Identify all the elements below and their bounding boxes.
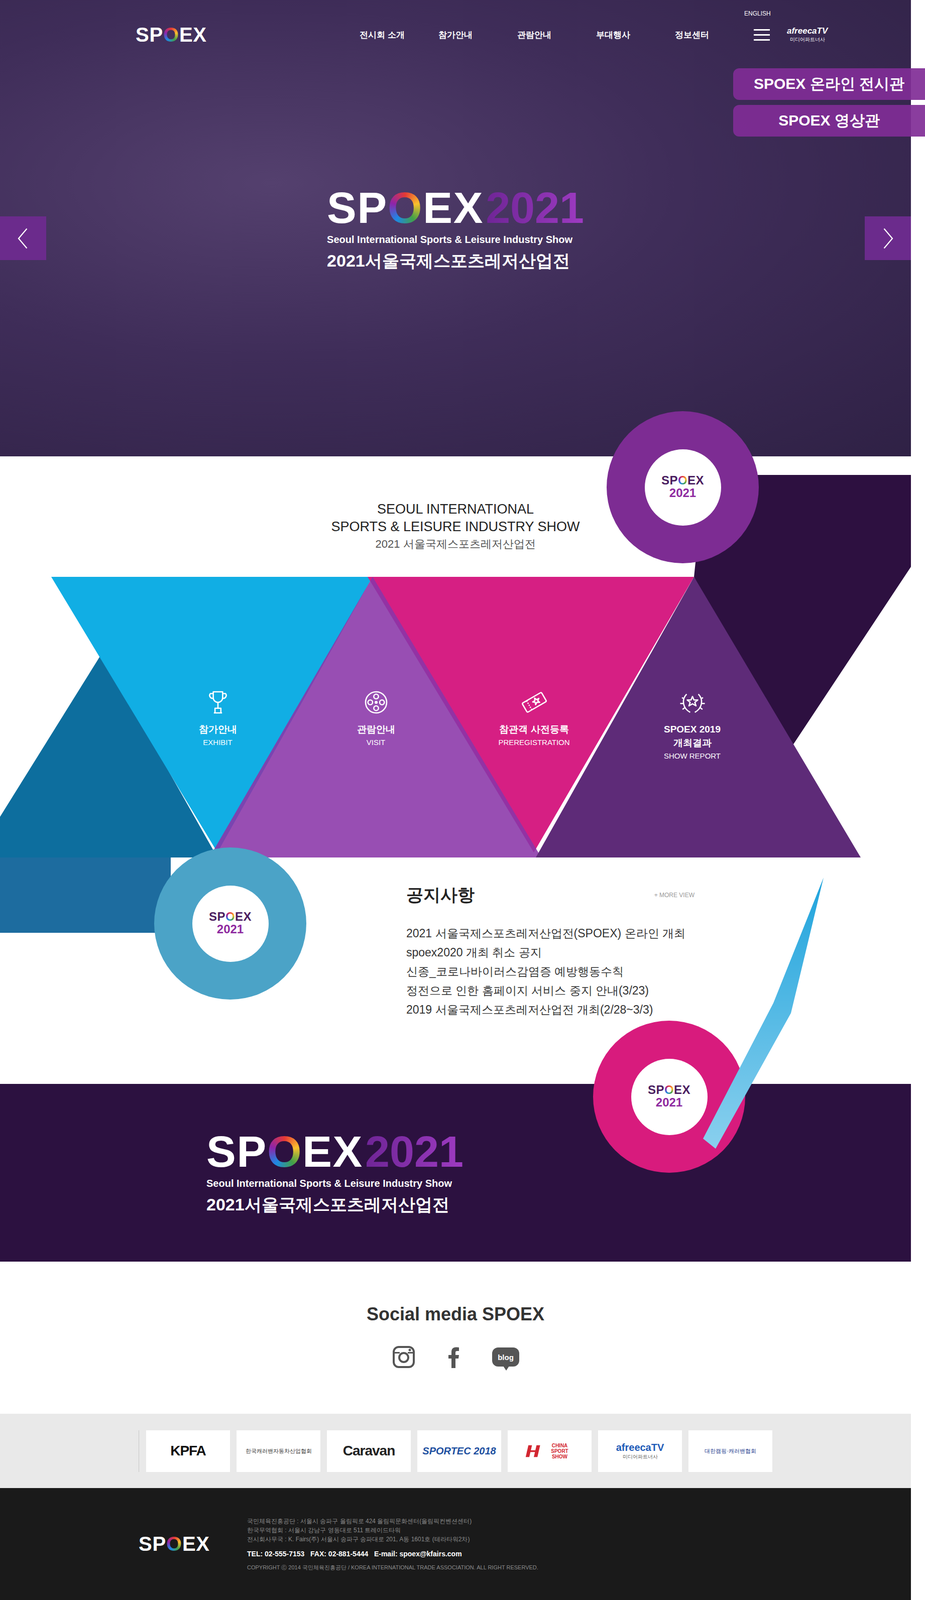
showcase: SEOUL INTERNATIONALSPORTS & LEISURE INDU… <box>0 456 911 858</box>
sail-icon <box>698 877 829 1160</box>
badge: SPOEX 2021 <box>192 885 269 963</box>
contact: TEL: 02-555-7153 FAX: 02-881-5444 E-mail… <box>247 1550 539 1559</box>
facebook-icon[interactable] <box>441 1345 467 1370</box>
title: 2021서울국제스포츠레저산업전 <box>326 249 570 273</box>
footer-logo: SPOEX <box>138 1533 248 1556</box>
instagram-icon[interactable] <box>391 1345 416 1370</box>
menu-icon[interactable] <box>753 29 770 41</box>
skater-photo: SPOEX 2021 <box>606 411 759 564</box>
spoex-logo: SPOEX <box>208 909 252 924</box>
title: 2021서울국제스포츠레저산업전 <box>206 1193 450 1217</box>
badge: SPOEX 2021 <box>631 1059 708 1136</box>
partner-logo[interactable]: 대한캠핑·캐러밴협회 <box>688 1430 773 1473</box>
notice-list: 2021 서울국제스포츠레저산업전(SPOEX) 온라인 개최spoex2020… <box>406 923 695 1020</box>
trophy-icon <box>203 688 233 717</box>
feature-link[interactable]: 관람안내 VISIT <box>296 688 455 747</box>
partner-logo[interactable]: SPORTEC 2018 <box>417 1430 502 1473</box>
notice-item[interactable]: 정전으로 인한 홈페이지 서비스 중지 안내(3/23) <box>406 981 695 1001</box>
prev-arrow-icon[interactable] <box>0 216 47 261</box>
notice-item[interactable]: 신종_코로나바이러스감염증 예방행동수칙 <box>406 962 695 982</box>
year: 2021 <box>485 185 585 230</box>
menu-item[interactable]: 관람안내 <box>517 29 597 41</box>
social-title: Social media SPOEX <box>366 1304 545 1326</box>
copyright: COPYRIGHT ⓒ 2014 국민체육진흥공단 / KOREA INTERN… <box>247 1564 539 1572</box>
reel-icon <box>362 688 391 717</box>
partner-logo[interactable]: 한국캐러밴자동차산업협회 <box>236 1430 321 1473</box>
home-logo[interactable]: SPOEX <box>135 23 211 47</box>
quick-links: SPOEX 온라인 전시관 SPOEX 영상관 <box>733 68 925 137</box>
notice-item[interactable]: 2019 서울국제스포츠레저산업전 개최(2/28~3/3) <box>406 1000 695 1020</box>
blog-icon[interactable]: blog <box>492 1347 520 1367</box>
ticket-icon <box>520 688 549 717</box>
subtitle: Seoul International Sports & Leisure Ind… <box>206 1178 452 1190</box>
mark-icon <box>524 1444 543 1459</box>
more-link[interactable]: + MORE VIEW <box>654 891 695 899</box>
laurel-icon <box>678 688 707 717</box>
notice-section: SPOEX 2021 공지사항 + MORE VIEW 2021 서울국제스포츠… <box>0 857 911 1085</box>
feature-link[interactable]: SPOEX 2019개최결과 SHOW REPORT <box>613 688 772 761</box>
address-line: 전시회사무국 : K. Fairs(주) 서울시 송파구 송파대로 201, A… <box>247 1535 539 1545</box>
hero-title: SPOEX2021 Seoul International Sports & L… <box>326 185 585 273</box>
spoex-logo: SPOEX <box>135 23 207 46</box>
page: SPOEX 전시회 소개참가안내관람안내부대행사정보센터 afreecaTV 미… <box>0 0 925 1600</box>
subtitle: Seoul International Sports & Leisure Ind… <box>326 234 573 246</box>
address-line: 한국무역협회 : 서울시 강남구 영동대로 511 트레이드타워 <box>247 1526 539 1536</box>
menu-item[interactable]: 정보센터 <box>674 29 754 41</box>
spoex-logo: SPOEX <box>326 185 484 230</box>
hero: SPOEX 전시회 소개참가안내관람안내부대행사정보센터 afreecaTV 미… <box>0 0 911 457</box>
menu-item[interactable]: 전시회 소개 <box>359 29 439 41</box>
banner: SPOEX2021 Seoul International Sports & L… <box>0 1084 911 1262</box>
next-arrow-icon[interactable] <box>864 216 911 261</box>
menu-item[interactable]: 참가안내 <box>438 29 518 41</box>
partner-logo[interactable]: KPFA <box>146 1430 230 1473</box>
windsurf-photo: SPOEX 2021 <box>593 1020 746 1174</box>
notice-title: 공지사항 <box>406 883 475 907</box>
partner-logo[interactable]: CHINA SPORT SHOW <box>507 1430 592 1473</box>
menu: 전시회 소개참가안내관람안내부대행사정보센터 <box>359 29 754 41</box>
feature-band: 참가안내 EXHIBIT 관람안내 VISIT 참관객 사전등록 PREREGI… <box>0 576 911 858</box>
partners: KPFA 한국캐러밴자동차산업협회 Caravan SPORTEC 2018 C… <box>0 1414 911 1489</box>
quick-link[interactable]: SPOEX 영상관 <box>733 104 925 137</box>
footer: SPOEX 국민체육진흥공단 : 서울시 송파구 올림픽로 424 올림픽문화센… <box>0 1488 911 1600</box>
partner-logo[interactable]: afreecaTV 미디어파트너사 <box>598 1430 682 1473</box>
quick-link[interactable]: SPOEX 온라인 전시관 <box>733 68 925 100</box>
spoex-logo: SPOEX <box>647 1083 691 1097</box>
menu-item[interactable]: 부대행사 <box>596 29 675 41</box>
badge: SPOEX 2021 <box>644 449 722 526</box>
spoex-logo: SPOEX <box>138 1533 210 1556</box>
yoga-photo: SPOEX 2021 <box>154 847 307 1000</box>
spoex-logo: SPOEX <box>661 473 705 488</box>
feature-link[interactable]: 참관객 사전등록 PREREGISTRATION <box>454 688 614 747</box>
intro: SEOUL INTERNATIONALSPORTS & LEISURE INDU… <box>0 456 911 577</box>
top-nav: SPOEX 전시회 소개참가안내관람안내부대행사정보센터 afreecaTV 미… <box>0 0 911 70</box>
language-link[interactable]: ENGLISH <box>744 10 771 18</box>
address-line: 국민체육진흥공단 : 서울시 송파구 올림픽로 424 올림픽문화센터(올림픽컨… <box>247 1517 539 1527</box>
social: Social media SPOEX blog <box>0 1261 911 1415</box>
notice-item[interactable]: spoex2020 개최 취소 공지 <box>406 943 695 963</box>
partner-logo[interactable]: Caravan <box>326 1430 411 1473</box>
notice-item[interactable]: 2021 서울국제스포츠레저산업전(SPOEX) 온라인 개최 <box>406 923 695 944</box>
notice-board: 공지사항 + MORE VIEW 2021 서울국제스포츠레저산업전(SPOEX… <box>406 857 695 1020</box>
feature-link[interactable]: 참가안내 EXHIBIT <box>138 688 297 747</box>
spoex-logo: SPOEX <box>206 1129 364 1175</box>
decoration <box>0 857 171 934</box>
partner-logo[interactable]: afreecaTV 미디어파트너사 <box>786 26 828 44</box>
year: 2021 <box>365 1129 464 1175</box>
